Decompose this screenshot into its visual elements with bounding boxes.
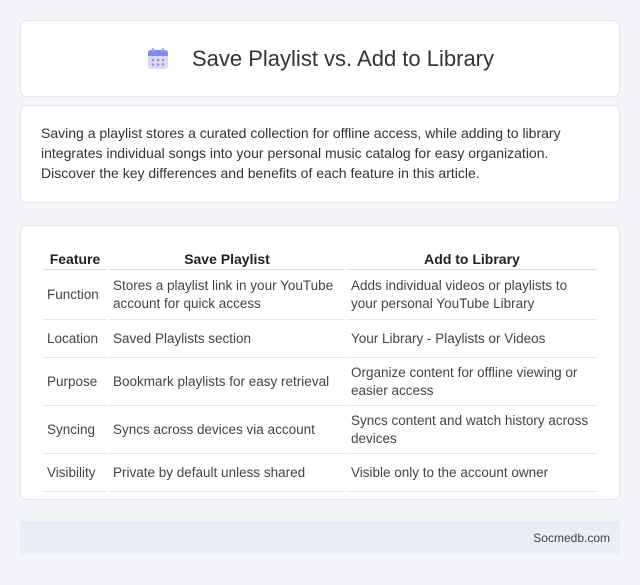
row-save-playlist: Private by default unless shared bbox=[109, 456, 345, 492]
row-save-playlist: Stores a playlist link in your YouTube a… bbox=[109, 272, 345, 320]
table-header-row: Feature Save Playlist Add to Library bbox=[43, 248, 597, 270]
row-add-to-library: Adds individual videos or playlists to y… bbox=[347, 272, 597, 320]
row-add-to-library: Syncs content and watch history across d… bbox=[347, 408, 597, 454]
header-add-to-library: Add to Library bbox=[347, 248, 597, 270]
table-row: Syncing Syncs across devices via account… bbox=[43, 408, 597, 454]
row-add-to-library: Organize content for offline viewing or … bbox=[347, 360, 597, 406]
table-row: Purpose Bookmark playlists for easy retr… bbox=[43, 360, 597, 406]
comparison-table: Feature Save Playlist Add to Library Fun… bbox=[41, 246, 599, 494]
row-feature: Visibility bbox=[43, 456, 107, 492]
row-save-playlist: Bookmark playlists for easy retrieval bbox=[109, 360, 345, 406]
table-row: Visibility Private by default unless sha… bbox=[43, 456, 597, 492]
header-save-playlist: Save Playlist bbox=[109, 248, 345, 270]
row-add-to-library: Visible only to the account owner bbox=[347, 456, 597, 492]
row-feature: Purpose bbox=[43, 360, 107, 406]
comparison-card: Feature Save Playlist Add to Library Fun… bbox=[20, 225, 620, 500]
table-row: Location Saved Playlists section Your Li… bbox=[43, 322, 597, 358]
footer-source-link[interactable]: Socmedb.com bbox=[533, 531, 610, 545]
intro-text: Saving a playlist stores a curated colle… bbox=[41, 125, 561, 181]
row-save-playlist: Syncs across devices via account bbox=[109, 408, 345, 454]
row-add-to-library: Your Library - Playlists or Videos bbox=[347, 322, 597, 358]
row-feature: Location bbox=[43, 322, 107, 358]
table-row: Function Stores a playlist link in your … bbox=[43, 272, 597, 320]
page-title: Save Playlist vs. Add to Library bbox=[191, 45, 495, 71]
row-feature: Syncing bbox=[43, 408, 107, 454]
title-card: Save Playlist vs. Add to Library bbox=[20, 20, 620, 97]
calendar-icon bbox=[147, 47, 168, 69]
footer: Socmedb.com bbox=[20, 521, 620, 554]
header-feature: Feature bbox=[43, 248, 107, 270]
row-feature: Function bbox=[43, 272, 107, 320]
row-save-playlist: Saved Playlists section bbox=[109, 322, 345, 358]
intro-card: Saving a playlist stores a curated colle… bbox=[20, 105, 620, 203]
